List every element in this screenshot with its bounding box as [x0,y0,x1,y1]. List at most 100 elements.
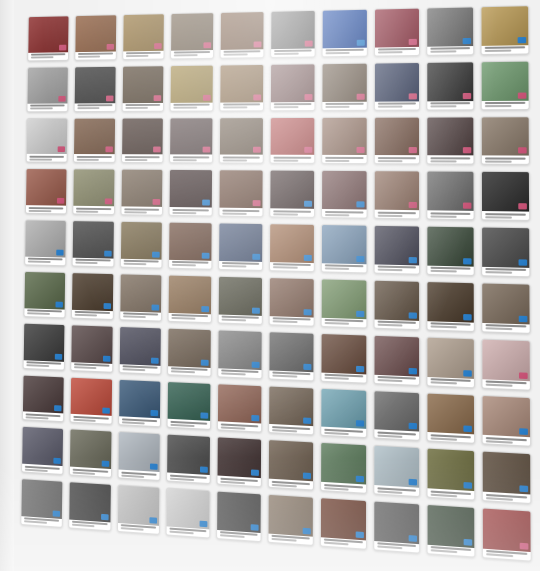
video-thumbnail[interactable] [373,501,420,545]
video-card[interactable] [268,330,315,382]
video-card[interactable] [372,445,421,498]
video-thumbnail[interactable] [374,171,420,211]
video-card[interactable] [320,387,367,439]
video-thumbnail[interactable] [482,339,530,381]
video-card[interactable] [480,60,530,110]
video-card[interactable] [73,65,117,112]
video-thumbnail[interactable] [171,13,214,51]
video-card[interactable] [373,334,421,386]
video-card[interactable] [68,481,112,532]
video-card[interactable] [426,392,476,445]
video-card[interactable] [373,61,421,111]
video-card[interactable] [320,170,368,219]
video-card[interactable] [481,394,532,448]
video-thumbnail[interactable] [217,491,261,533]
video-thumbnail[interactable] [73,118,115,155]
video-card[interactable] [269,169,315,219]
video-thumbnail[interactable] [322,9,367,49]
video-card[interactable] [319,442,367,495]
video-thumbnail[interactable] [71,325,113,364]
video-thumbnail[interactable] [321,388,366,430]
video-thumbnail[interactable] [217,437,262,479]
video-thumbnail[interactable] [24,271,65,310]
video-thumbnail[interactable] [482,452,531,495]
video-card[interactable] [373,224,421,275]
video-card[interactable] [269,116,316,165]
video-card[interactable] [426,504,476,558]
video-thumbnail[interactable] [270,170,314,210]
video-card[interactable] [219,63,265,112]
video-card[interactable] [26,66,69,112]
video-thumbnail[interactable] [120,222,163,260]
video-card[interactable] [373,279,421,331]
video-thumbnail[interactable] [122,66,164,103]
video-thumbnail[interactable] [427,505,475,549]
video-card[interactable] [219,11,265,59]
video-card[interactable] [268,277,315,327]
video-card[interactable] [170,12,215,60]
video-card[interactable] [117,431,162,482]
video-thumbnail[interactable] [270,117,315,156]
video-card[interactable] [120,169,164,216]
video-card[interactable] [320,332,367,384]
video-thumbnail[interactable] [320,443,366,485]
video-card[interactable] [72,168,116,216]
video-card[interactable] [426,170,475,221]
video-thumbnail[interactable] [168,328,212,368]
video-card[interactable] [218,169,264,218]
video-card[interactable] [119,221,164,269]
video-card[interactable] [118,273,163,322]
video-card[interactable] [24,219,67,267]
video-thumbnail[interactable] [26,169,67,206]
video-card[interactable] [426,116,475,166]
video-thumbnail[interactable] [74,66,116,104]
video-thumbnail[interactable] [121,118,164,155]
video-thumbnail[interactable] [427,117,474,156]
video-thumbnail[interactable] [483,508,531,553]
video-card[interactable] [481,338,531,391]
video-card[interactable] [269,63,316,111]
video-card[interactable] [267,439,314,491]
video-thumbnail[interactable] [374,62,420,102]
video-card[interactable] [27,15,70,62]
video-card[interactable] [216,436,263,488]
video-card[interactable] [480,5,530,55]
video-card[interactable] [166,380,212,431]
video-thumbnail[interactable] [321,333,366,375]
video-card[interactable] [426,281,476,332]
video-card[interactable] [373,116,421,165]
video-thumbnail[interactable] [72,221,114,259]
video-thumbnail[interactable] [23,323,65,362]
video-card[interactable] [72,117,116,164]
video-card[interactable] [426,225,475,276]
video-card[interactable] [70,324,114,373]
video-card[interactable] [267,493,314,546]
video-card[interactable] [23,270,66,319]
video-thumbnail[interactable] [119,274,162,313]
video-card[interactable] [321,8,368,58]
video-thumbnail[interactable] [117,485,160,526]
video-thumbnail[interactable] [270,64,315,102]
video-card[interactable] [22,322,66,371]
video-thumbnail[interactable] [322,63,367,102]
video-thumbnail[interactable] [220,117,263,156]
video-thumbnail[interactable] [75,15,116,52]
video-thumbnail[interactable] [269,386,314,427]
video-card[interactable] [121,65,165,112]
video-thumbnail[interactable] [268,440,313,482]
video-thumbnail[interactable] [427,7,474,47]
video-card[interactable] [167,274,213,324]
video-thumbnail[interactable] [27,67,68,104]
video-card[interactable] [217,382,263,434]
video-card[interactable] [120,117,165,164]
video-card[interactable] [268,385,315,436]
video-card[interactable] [480,115,530,166]
video-card[interactable] [217,275,264,325]
video-card[interactable] [372,500,421,554]
video-thumbnail[interactable] [71,273,113,311]
video-card[interactable] [118,325,163,375]
video-card[interactable] [481,226,531,278]
video-card[interactable] [169,64,215,112]
video-thumbnail[interactable] [321,171,367,210]
video-card[interactable] [426,6,475,56]
